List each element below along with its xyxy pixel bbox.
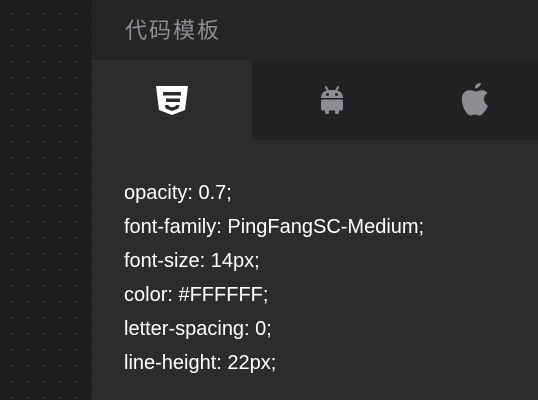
code-line: opacity: 0.7; [124,182,232,204]
code-line: letter-spacing: 0; [124,318,272,340]
canvas-background: 代码模板 opacity: 0.7; font-family: PingFang… [0,0,538,400]
platform-tab-bar [92,60,538,140]
tab-android[interactable] [252,60,412,140]
panel-header: 代码模板 [92,0,538,60]
css3-icon [154,84,190,116]
code-line: font-family: PingFangSC-Medium; [124,216,425,238]
apple-icon [459,83,491,117]
code-line: color: #FFFFFF; [124,284,269,306]
tab-ios[interactable] [412,60,538,140]
tab-css[interactable] [92,60,252,140]
panel-title: 代码模板 [125,19,222,44]
code-snippet: opacity: 0.7; font-family: PingFangSC-Me… [124,176,424,380]
code-line: line-height: 22px; [124,352,277,374]
code-line: font-size: 14px; [124,250,260,272]
android-icon [318,85,346,115]
code-template-panel: 代码模板 opacity: 0.7; font-family: PingFang… [92,0,538,400]
